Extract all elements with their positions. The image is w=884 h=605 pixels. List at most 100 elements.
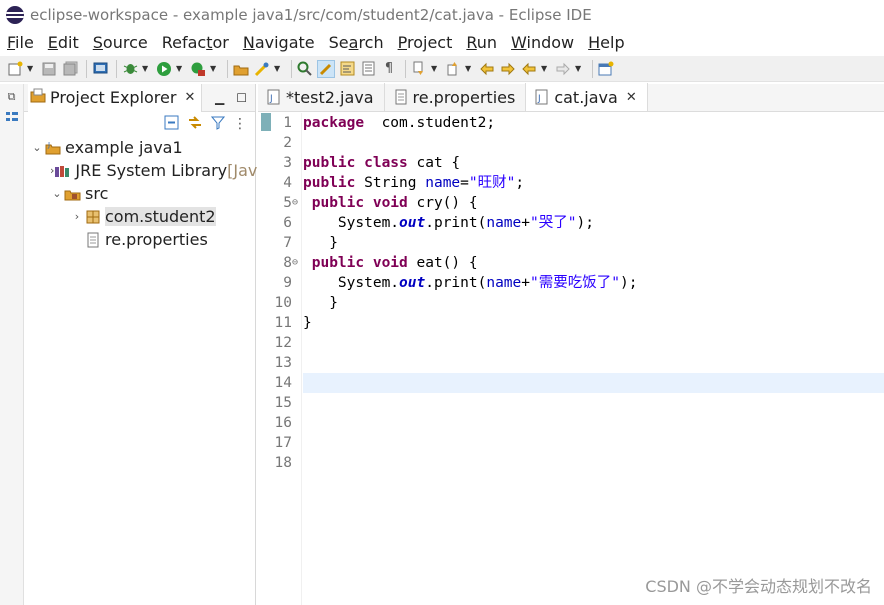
editor-tab[interactable]: Jcat.java ✕	[526, 83, 648, 111]
tree-item[interactable]: re.properties	[28, 228, 255, 251]
task-dropdown-icon[interactable]: ▼	[274, 64, 283, 73]
toggle-word-wrap-icon[interactable]	[338, 60, 356, 78]
code-line[interactable]: 17	[258, 433, 884, 453]
save-icon[interactable]	[40, 60, 58, 78]
menu-bar: File Edit Source Refactor Navigate Search Proj…	[0, 30, 884, 54]
close-icon[interactable]: ✕	[184, 90, 195, 105]
tree-item[interactable]: ⌄ src	[28, 182, 255, 205]
code-editor[interactable]: 1 package com.student2; 2 3 public class cat…	[258, 113, 884, 605]
editor-tab[interactable]: J *test2.java	[258, 83, 385, 111]
code-line[interactable]: 3 public class cat {	[258, 153, 884, 173]
next-annotation-dropdown-icon[interactable]: ▼	[431, 64, 440, 73]
toolbar-separator	[291, 59, 292, 78]
filter-icon[interactable]	[210, 115, 226, 134]
toggle-mark-occurrences-icon[interactable]	[317, 59, 335, 78]
line-number: 15	[274, 395, 292, 411]
code-token: out	[399, 215, 426, 231]
code-token: cry() {	[407, 195, 478, 211]
collapsed-chevron-icon[interactable]: ›	[70, 210, 84, 223]
code-line[interactable]: 7 }	[258, 233, 884, 253]
code-line[interactable]: 11}	[258, 313, 884, 333]
toggle-block-selection-icon[interactable]	[359, 60, 377, 78]
debug-icon[interactable]	[121, 60, 139, 78]
code-token: out	[399, 275, 426, 291]
debug-dropdown-icon[interactable]: ▼	[142, 64, 151, 73]
code-line[interactable]: 16	[258, 413, 884, 433]
code-line[interactable]: 18	[258, 453, 884, 473]
last-edit-location-icon[interactable]	[478, 60, 496, 78]
code-line[interactable]: 8 ⊖ public void eat() {	[258, 253, 884, 273]
code-line[interactable]: 14	[258, 373, 884, 393]
external-tools-dropdown-icon[interactable]: ▼	[210, 64, 219, 73]
tree-item[interactable]: ⌄ Jexample java1	[28, 136, 255, 159]
menu-item[interactable]: Project	[398, 33, 453, 52]
restore-icon[interactable]: ⧉	[5, 90, 19, 104]
code-line[interactable]: 13	[258, 353, 884, 373]
view-menu-icon[interactable]: ⋮	[233, 116, 247, 132]
explorer-tree: ⌄ Jexample java1 › JRE System Library [Java…	[24, 136, 267, 251]
code-line[interactable]: 2	[258, 133, 884, 153]
open-type-icon[interactable]	[232, 60, 250, 78]
back-dropdown-icon[interactable]: ▼	[541, 64, 550, 73]
code-line[interactable]: 1 package com.student2;	[258, 113, 884, 133]
external-tools-icon[interactable]	[189, 60, 207, 78]
show-whitespace-icon[interactable]: ¶	[380, 60, 398, 78]
menu-item[interactable]: Search	[329, 33, 384, 52]
close-icon[interactable]: ✕	[626, 90, 637, 105]
forward-edit-location-icon[interactable]	[499, 60, 517, 78]
expanded-chevron-icon[interactable]: ⌄	[50, 187, 64, 200]
maximize-icon[interactable]: ☐	[236, 91, 247, 105]
code-token: }	[303, 315, 312, 331]
toolbar-separator	[227, 59, 228, 78]
menu-item[interactable]: Source	[93, 33, 148, 52]
previous-annotation-dropdown-icon[interactable]: ▼	[465, 64, 474, 73]
code-line[interactable]: 15	[258, 393, 884, 413]
fold-collapse-icon[interactable]: ⊖	[292, 193, 302, 213]
run-dropdown-icon[interactable]: ▼	[176, 64, 185, 73]
fold-collapse-icon[interactable]: ⊖	[292, 253, 302, 273]
search-marker-icon[interactable]	[296, 60, 314, 78]
code-token: cat {	[407, 155, 461, 171]
expanded-chevron-icon[interactable]: ⌄	[30, 141, 44, 154]
code-line[interactable]: 12	[258, 333, 884, 353]
line-number: 10	[274, 295, 292, 311]
code-text: System.out.print(name+"哭了");	[303, 213, 594, 233]
code-token: System.	[303, 275, 400, 291]
code-token: "需要吃饭了"	[530, 275, 620, 291]
menu-item[interactable]: File	[7, 33, 34, 52]
back-icon[interactable]	[520, 60, 538, 78]
menu-item[interactable]: Run	[466, 33, 497, 52]
menu-item[interactable]: Edit	[48, 33, 79, 52]
open-perspective-icon[interactable]	[597, 60, 615, 78]
code-line[interactable]: 10 }	[258, 293, 884, 313]
code-line[interactable]: 4 public String name="旺财";	[258, 173, 884, 193]
previous-annotation-icon[interactable]	[444, 60, 462, 78]
link-with-editor-icon[interactable]	[187, 115, 203, 134]
new-icon[interactable]	[6, 60, 24, 78]
tab-project-explorer[interactable]: Project Explorer ✕	[28, 83, 203, 112]
code-line[interactable]: 5 ⊖ public void cry() {	[258, 193, 884, 213]
code-token: "哭了"	[530, 215, 577, 231]
new-dropdown-icon[interactable]: ▼	[27, 64, 36, 73]
tree-item[interactable]: › com.student2	[28, 205, 255, 228]
menu-item[interactable]: Navigate	[243, 33, 315, 52]
tree-item[interactable]: › JRE System Library [Java	[28, 159, 267, 182]
minimize-icon[interactable]: ▁	[215, 91, 224, 105]
collapse-all-icon[interactable]	[164, 115, 179, 134]
run-icon[interactable]	[155, 60, 173, 78]
line-number: 2	[283, 135, 292, 151]
open-task-icon[interactable]	[253, 60, 271, 78]
save-all-icon[interactable]	[61, 60, 79, 78]
outline-icon[interactable]	[5, 110, 19, 124]
next-annotation-icon[interactable]	[410, 60, 428, 78]
editor-tab[interactable]: re.properties	[385, 83, 527, 111]
menu-item[interactable]: Refactor	[162, 33, 229, 52]
code-text: public String name="旺财";	[303, 173, 524, 193]
menu-item[interactable]: Window	[511, 33, 574, 52]
forward-dropdown-icon[interactable]: ▼	[575, 64, 584, 73]
code-line[interactable]: 6 System.out.print(name+"哭了");	[258, 213, 884, 233]
code-line[interactable]: 9 System.out.print(name+"需要吃饭了");	[258, 273, 884, 293]
terminal-icon[interactable]	[91, 60, 109, 78]
forward-icon[interactable]	[554, 60, 572, 78]
menu-item[interactable]: Help	[588, 33, 624, 52]
